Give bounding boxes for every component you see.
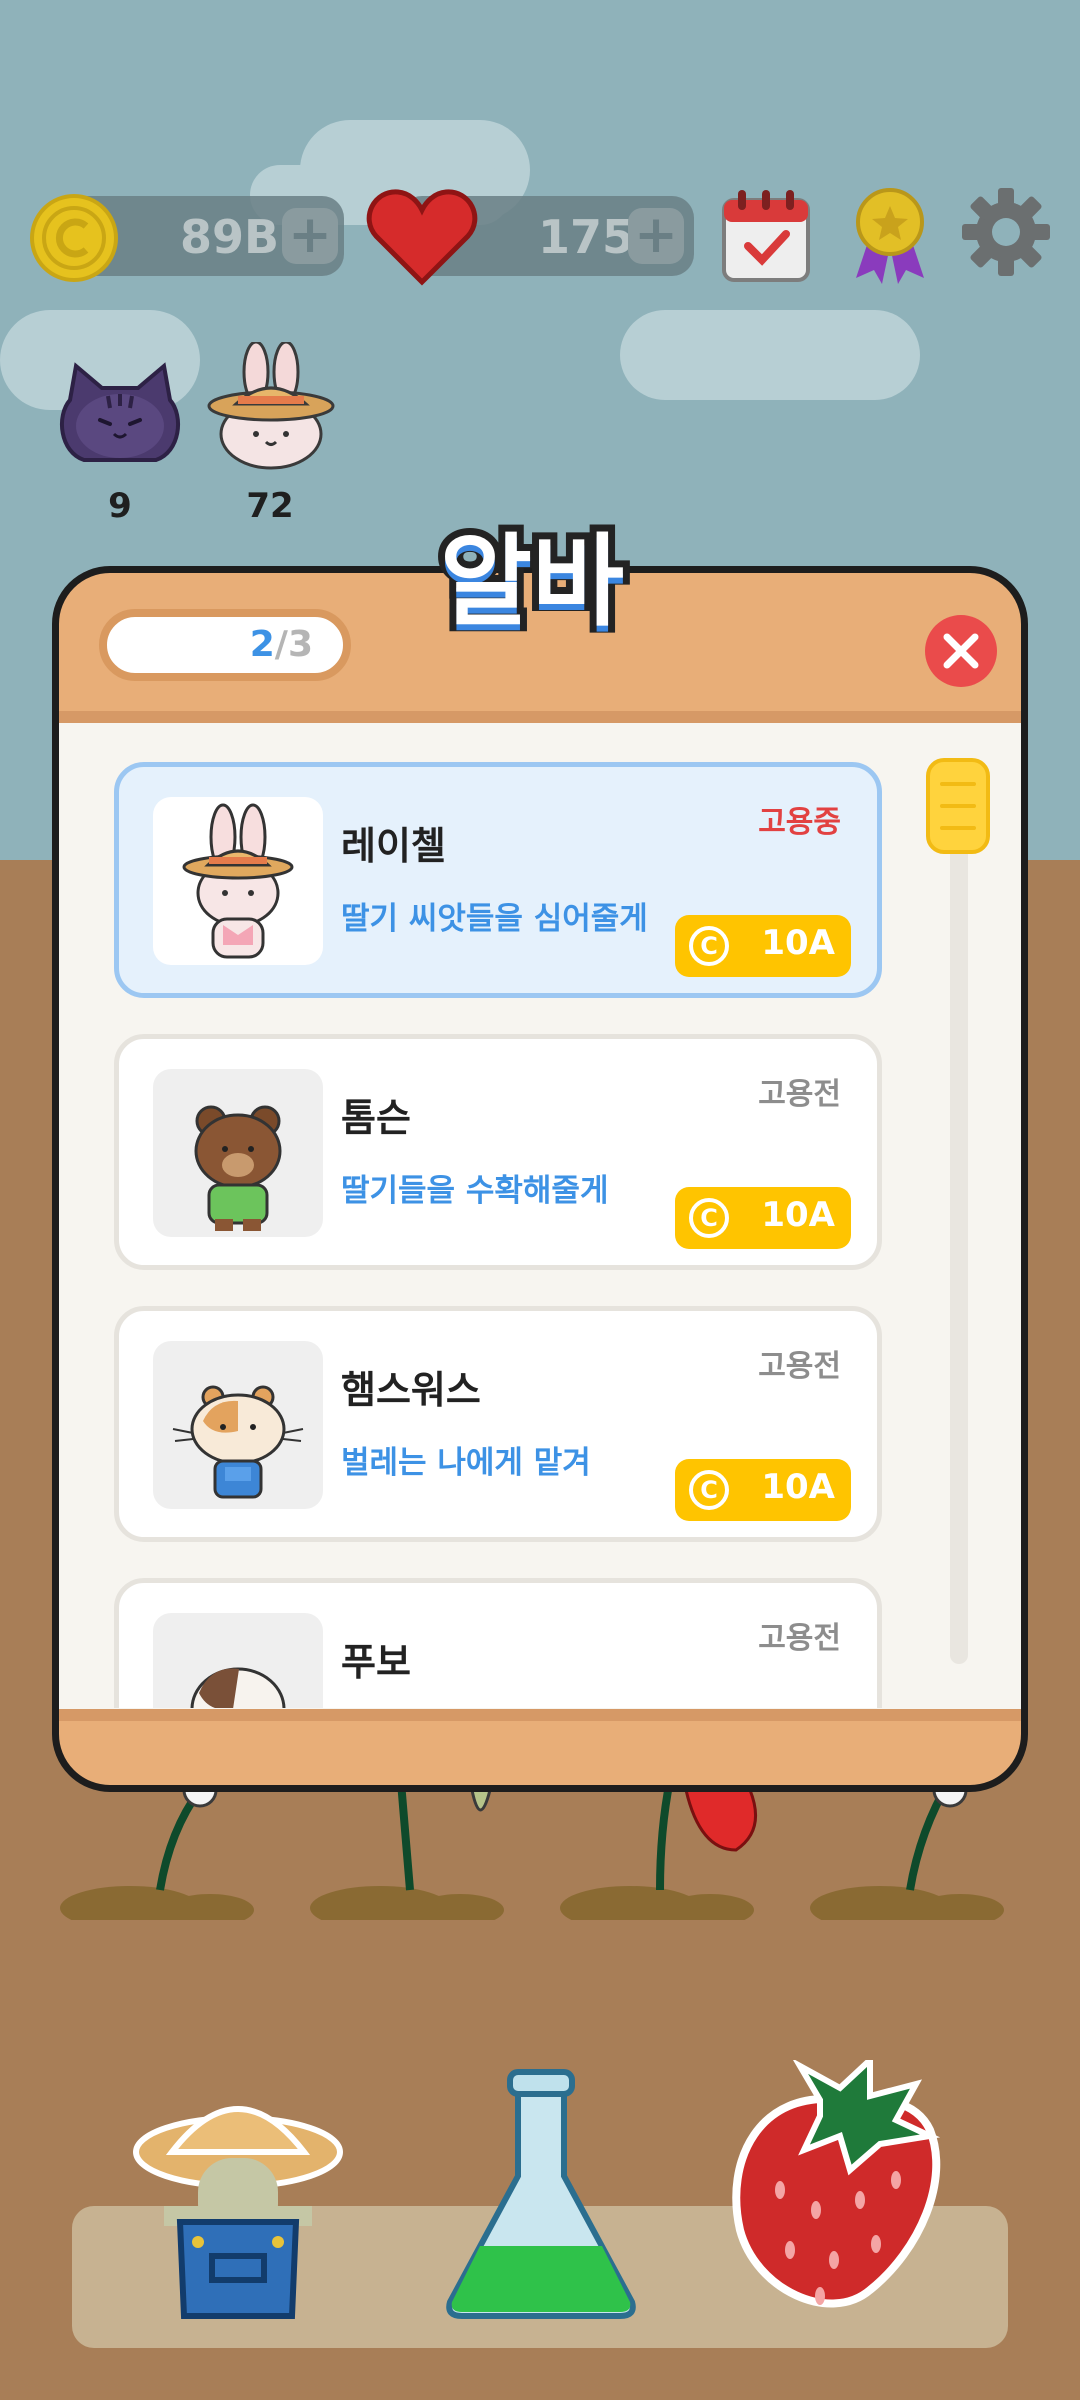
grip-icon — [940, 782, 976, 830]
worker-description: 딸기들을 수확해줄게 — [341, 1173, 609, 1209]
rabbit-worker-avatar[interactable] — [206, 342, 336, 472]
hire-cost: 10A — [761, 1195, 835, 1235]
coin-icon: C — [689, 926, 729, 966]
worker-card-pubo[interactable]: 푸보 고용전 — [114, 1578, 882, 1708]
worker-portrait — [153, 797, 323, 965]
cloud — [620, 310, 920, 400]
rabbit-worker-count: 72 — [246, 486, 294, 526]
heart-icon — [366, 189, 478, 286]
hire-cost-button[interactable]: C 10A — [675, 1459, 851, 1521]
worker-portrait — [153, 1613, 323, 1708]
worker-portrait — [153, 1069, 323, 1237]
coin-icon: C — [689, 1198, 729, 1238]
page-indicator: 2/3 — [99, 609, 351, 681]
coin-icon — [30, 194, 118, 282]
worker-card-thomson[interactable]: 톰슨 딸기들을 수확해줄게 고용전 C 10A — [114, 1034, 882, 1270]
coin-amount: 89B — [180, 210, 280, 264]
dog-worker-icon — [190, 1667, 286, 1708]
worker-description: 벌레는 나에게 맡겨 — [341, 1445, 591, 1481]
cat-worker-avatar[interactable] — [52, 360, 188, 468]
worker-name: 레이첼 — [341, 824, 446, 868]
hire-status: 고용전 — [758, 1077, 841, 1112]
hire-cost: 10A — [761, 1467, 835, 1507]
worker-name: 톰슨 — [341, 1096, 411, 1140]
medal-icon[interactable] — [848, 186, 932, 286]
list-scrollbar-thumb[interactable] — [926, 758, 990, 854]
worker-name: 푸보 — [341, 1640, 411, 1684]
hire-status: 고용중 — [758, 805, 841, 840]
close-icon — [943, 633, 979, 669]
page-total: 3 — [287, 624, 313, 665]
worker-list: 레이첼 딸기 씨앗들을 심어줄게 고용중 C 10A 톰슨 딸기들을 수확해줄게… — [0, 712, 1080, 1708]
gear-icon[interactable] — [960, 186, 1052, 278]
farmer-icon[interactable] — [128, 2066, 348, 2326]
strawberry-icon[interactable] — [720, 2060, 960, 2320]
worker-description: 딸기 씨앗들을 심어줄게 — [341, 901, 648, 937]
add-coins-button[interactable]: + — [282, 208, 338, 264]
heart-amount: 175 — [538, 210, 635, 264]
flask-icon[interactable] — [436, 2066, 646, 2326]
hire-status: 고용전 — [758, 1349, 841, 1384]
strawberry-plants — [60, 1770, 1004, 1920]
hire-cost: 10A — [761, 923, 835, 963]
add-hearts-button[interactable]: + — [628, 208, 684, 264]
bear-worker-icon — [194, 1105, 282, 1231]
worker-card-hemsworth[interactable]: 햄스워스 벌레는 나에게 맡겨 고용전 C 10A — [114, 1306, 882, 1542]
modal-title: 알바 — [433, 516, 631, 647]
hamster-worker-icon — [172, 1385, 304, 1499]
hire-cost-button[interactable]: C 10A — [675, 915, 851, 977]
coin-icon: C — [689, 1470, 729, 1510]
modal-footer-band — [59, 1709, 1021, 1721]
hire-cost-button[interactable]: C 10A — [675, 1187, 851, 1249]
close-button[interactable] — [925, 615, 997, 687]
hire-status: 고용전 — [758, 1621, 841, 1656]
page-current: 2 — [249, 624, 275, 665]
rabbit-worker-icon — [182, 803, 294, 959]
page-separator: / — [274, 624, 288, 665]
worker-portrait — [153, 1341, 323, 1509]
cat-worker-count: 9 — [108, 486, 132, 526]
worker-card-rachel[interactable]: 레이첼 딸기 씨앗들을 심어줄게 고용중 C 10A — [114, 762, 882, 998]
list-scrollbar-track[interactable] — [950, 808, 968, 1664]
calendar-check-icon[interactable] — [720, 186, 812, 284]
worker-name: 햄스워스 — [341, 1368, 481, 1412]
